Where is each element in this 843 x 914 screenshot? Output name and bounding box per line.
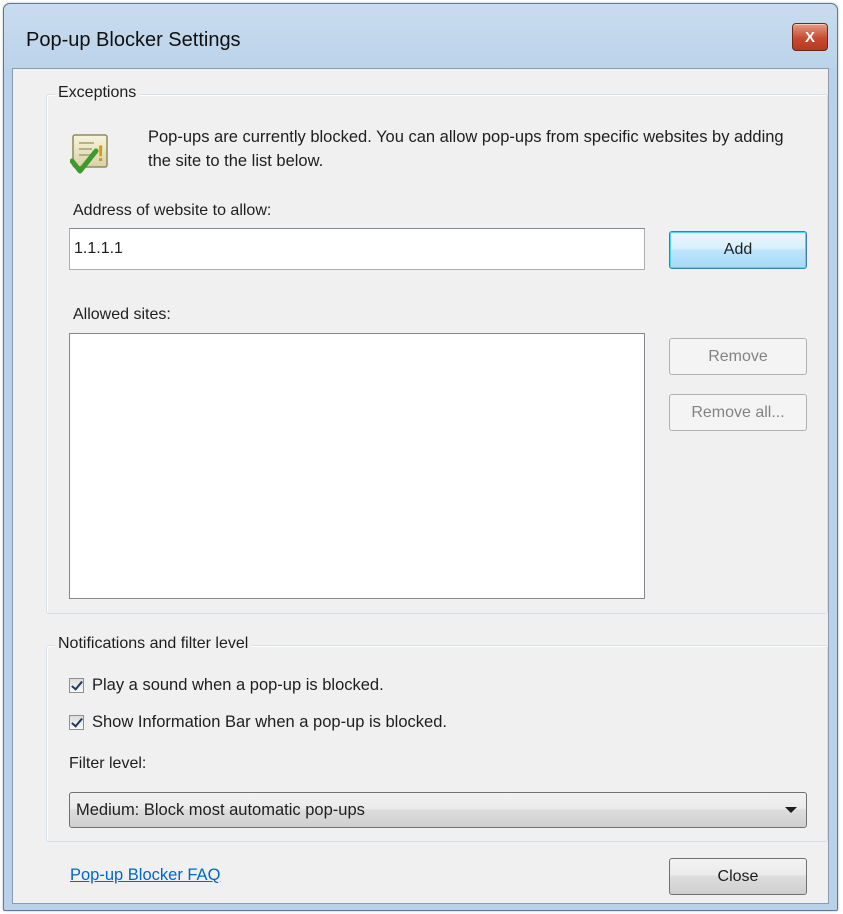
address-input-box	[69, 228, 645, 270]
allowed-sites-list[interactable]	[69, 333, 645, 599]
remove-all-button[interactable]: Remove all...	[669, 394, 807, 431]
title-bar[interactable]: Pop-up Blocker Settings X	[4, 4, 837, 68]
play-sound-checkbox[interactable]	[69, 677, 84, 693]
add-button[interactable]: Add	[669, 231, 807, 269]
exceptions-group-label: Exceptions	[55, 84, 140, 102]
close-window-button[interactable]: X	[792, 23, 828, 51]
window-title: Pop-up Blocker Settings	[26, 29, 241, 51]
chevron-down-icon	[785, 807, 797, 813]
close-button[interactable]: Close	[669, 858, 807, 895]
show-infobar-option[interactable]: Show Information Bar when a pop-up is bl…	[69, 711, 447, 733]
play-sound-option[interactable]: Play a sound when a pop-up is blocked.	[69, 674, 384, 696]
close-icon: X	[804, 28, 815, 46]
allowed-sites-label: Allowed sites:	[73, 306, 171, 323]
filter-level-dropdown[interactable]: Medium: Block most automatic pop-ups	[69, 792, 807, 828]
filter-level-label: Filter level:	[69, 755, 147, 772]
faq-link[interactable]: Pop-up Blocker FAQ	[70, 866, 220, 885]
exceptions-info-text: Pop-ups are currently blocked. You can a…	[148, 128, 784, 170]
show-infobar-label: Show Information Bar when a pop-up is bl…	[92, 712, 447, 731]
svg-text:!: !	[97, 141, 104, 166]
play-sound-label: Play a sound when a pop-up is blocked.	[92, 675, 384, 694]
shield-check-warning-icon: !	[70, 134, 108, 174]
address-input[interactable]	[70, 229, 644, 269]
dialog-client-area: Exceptions ! Pop-ups are currently block…	[12, 68, 829, 904]
dialog-window: Pop-up Blocker Settings X Exceptions ! P…	[3, 3, 838, 911]
show-infobar-checkbox[interactable]	[69, 714, 84, 730]
filter-level-value: Medium: Block most automatic pop-ups	[76, 800, 365, 819]
remove-button[interactable]: Remove	[669, 338, 807, 375]
notifications-group-label: Notifications and filter level	[55, 635, 252, 653]
address-label: Address of website to allow:	[73, 202, 272, 219]
